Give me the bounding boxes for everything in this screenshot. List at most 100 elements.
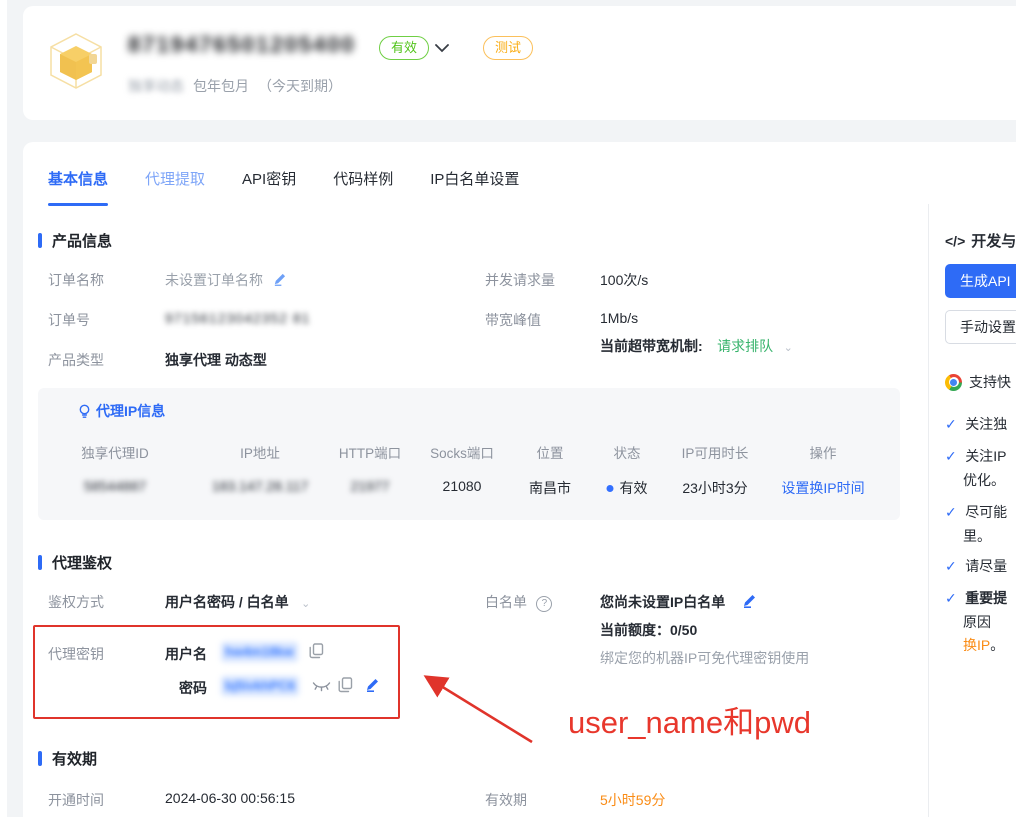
active-tab-underline [48, 203, 108, 206]
product-cube-icon [45, 30, 107, 92]
order-id-title: 8719476501205400 [128, 32, 356, 58]
whitelist-value: 您尚未设置IP白名单 [600, 594, 725, 610]
annotation-rectangle [33, 625, 400, 719]
plan-prefix-masked: 独享动态 [128, 76, 184, 96]
header-card: 8719476501205400 有效 测试 独享动态 包年包月 （今天到期） [23, 6, 1016, 120]
tab-proxy-extract[interactable]: 代理提取 [145, 168, 205, 189]
whitelist-help-icon[interactable]: ? [536, 596, 552, 612]
whitelist-label: 白名单 [485, 594, 527, 610]
product-type-label: 产品类型 [48, 350, 104, 370]
tip-item: ✓ 关注独 [945, 414, 1007, 434]
tip-text: 关注 [965, 416, 993, 432]
test-badge: 测试 [483, 36, 533, 60]
section-product-info: 产品信息 [38, 230, 112, 251]
status-text: 有效 [620, 480, 648, 496]
over-bandwidth-chevron-icon[interactable]: ⌄ [784, 342, 793, 354]
duration-value: 23小时3分 [682, 478, 747, 498]
check-icon: ✓ [945, 590, 957, 606]
annotation-arrow [408, 662, 558, 757]
section-bar [38, 751, 42, 766]
order-no-value-masked: 97156123042352 81 [165, 310, 310, 326]
tab-code-sample[interactable]: 代码样例 [333, 168, 393, 189]
sidebar-title-row: </> 开发与 [945, 230, 1016, 251]
col-proxy-id: 独享代理ID [81, 442, 149, 462]
whitelist-quota: 当前额度：0/50 [600, 620, 697, 640]
auth-method-chevron-icon: ⌄ [301, 598, 310, 610]
whitelist-label-row: 白名单 ? [485, 592, 552, 612]
code-icon: </> [945, 233, 965, 249]
location-value: 南昌市 [529, 478, 571, 498]
tip-text: 请尽量 [965, 558, 1007, 574]
tab-basic-info[interactable]: 基本信息 [48, 168, 108, 189]
section-proxy-auth: 代理鉴权 [38, 552, 112, 573]
http-port-masked: 21977 [351, 478, 390, 494]
manual-setup-button[interactable]: 手动设置 [945, 310, 1016, 344]
section-validity: 有效期 [38, 748, 97, 769]
validity-value: 5小时59分 [600, 790, 665, 810]
status-dot-icon [607, 485, 614, 492]
status-badge: 有效 [379, 36, 429, 60]
section-bar [38, 555, 42, 570]
tab-api-key[interactable]: API密钥 [242, 168, 296, 189]
tip-link[interactable]: IP [993, 448, 1006, 464]
tip-line2: 里。 [963, 526, 991, 546]
header-subtitle: 独享动态 包年包月 （今天到期） [128, 76, 342, 96]
tip-link[interactable]: 独 [993, 416, 1007, 432]
tip-item: ✓ 关注IP [945, 446, 1006, 466]
order-name-placeholder: 未设置订单名称 [165, 272, 263, 288]
tip-item: ✓ 请尽量 [945, 556, 1007, 576]
auth-method-label: 鉴权方式 [48, 592, 104, 612]
sidebar-title: 开发与 [971, 230, 1016, 251]
bandwidth-label: 带宽峰值 [485, 310, 541, 330]
expiry-note: （今天到期） [258, 76, 342, 96]
section-title-text: 代理鉴权 [52, 552, 112, 573]
browser-support-row: 支持快 [945, 372, 1011, 392]
change-ip-link[interactable]: 换IP [963, 637, 990, 653]
tip-text: 关注 [965, 448, 993, 464]
browser-support-text: 支持快 [969, 372, 1011, 392]
tip-item: ✓ 重要提 [945, 588, 1007, 608]
sidebar-divider [928, 204, 929, 817]
col-http-port: HTTP端口 [339, 442, 401, 462]
col-location: 位置 [537, 442, 564, 462]
check-icon: ✓ [945, 448, 957, 464]
edit-whitelist-icon[interactable] [742, 594, 756, 612]
col-duration: IP可用时长 [682, 442, 749, 462]
col-socks-port: Socks端口 [430, 442, 494, 462]
col-action: 操作 [810, 442, 837, 462]
section-title-text: 产品信息 [52, 230, 112, 251]
over-bandwidth-row: 当前超带宽机制: 请求排队 ⌄ [600, 336, 793, 356]
over-bandwidth-value[interactable]: 请求排队 [717, 338, 773, 354]
tip-text: 重要提 [965, 590, 1007, 606]
check-icon: ✓ [945, 416, 957, 432]
product-type-value: 独享代理 动态型 [165, 350, 267, 370]
ip-masked: 183.147.28.117 [212, 478, 308, 494]
annotation-text: user_name和pwd [568, 697, 811, 742]
open-time-value: 2024-06-30 00:56:15 [165, 790, 295, 806]
col-ip: IP地址 [240, 442, 280, 462]
status-chevron-down-icon[interactable] [435, 44, 449, 53]
proxy-ip-info-title: 代理IP信息 [78, 401, 165, 421]
open-time-label: 开通时间 [48, 790, 104, 810]
tip-line2: 原因 [963, 612, 991, 632]
tip-text: 尽可能 [965, 504, 1007, 520]
whitelist-hint: 绑定您的机器IP可免代理密钥使用 [600, 648, 809, 668]
section-bar [38, 233, 42, 248]
tip-line3: 换IP。 [963, 635, 1004, 655]
tab-bar: 基本信息 代理提取 API密钥 代码样例 IP白名单设置 [48, 168, 519, 189]
tab-ip-whitelist[interactable]: IP白名单设置 [430, 168, 519, 189]
socks-port-value: 21080 [443, 478, 482, 494]
plan-text: 包年包月 [193, 76, 249, 96]
generate-api-button[interactable]: 生成API [945, 264, 1016, 298]
order-name-label: 订单名称 [48, 270, 104, 290]
section-title-text: 有效期 [52, 748, 97, 769]
proxy-ip-info-title-text: 代理IP信息 [96, 401, 165, 421]
set-ip-rotation-link[interactable]: 设置换IP时间 [781, 478, 864, 498]
edit-order-name-icon[interactable] [273, 272, 286, 290]
chrome-icon [945, 374, 962, 391]
concurrency-label: 并发请求量 [485, 270, 555, 290]
status-cell: 有效 [607, 478, 648, 498]
auth-method-select[interactable]: 用户名密码 / 白名单 ⌄ [165, 592, 310, 612]
order-name-value: 未设置订单名称 [165, 270, 286, 290]
check-icon: ✓ [945, 504, 957, 520]
